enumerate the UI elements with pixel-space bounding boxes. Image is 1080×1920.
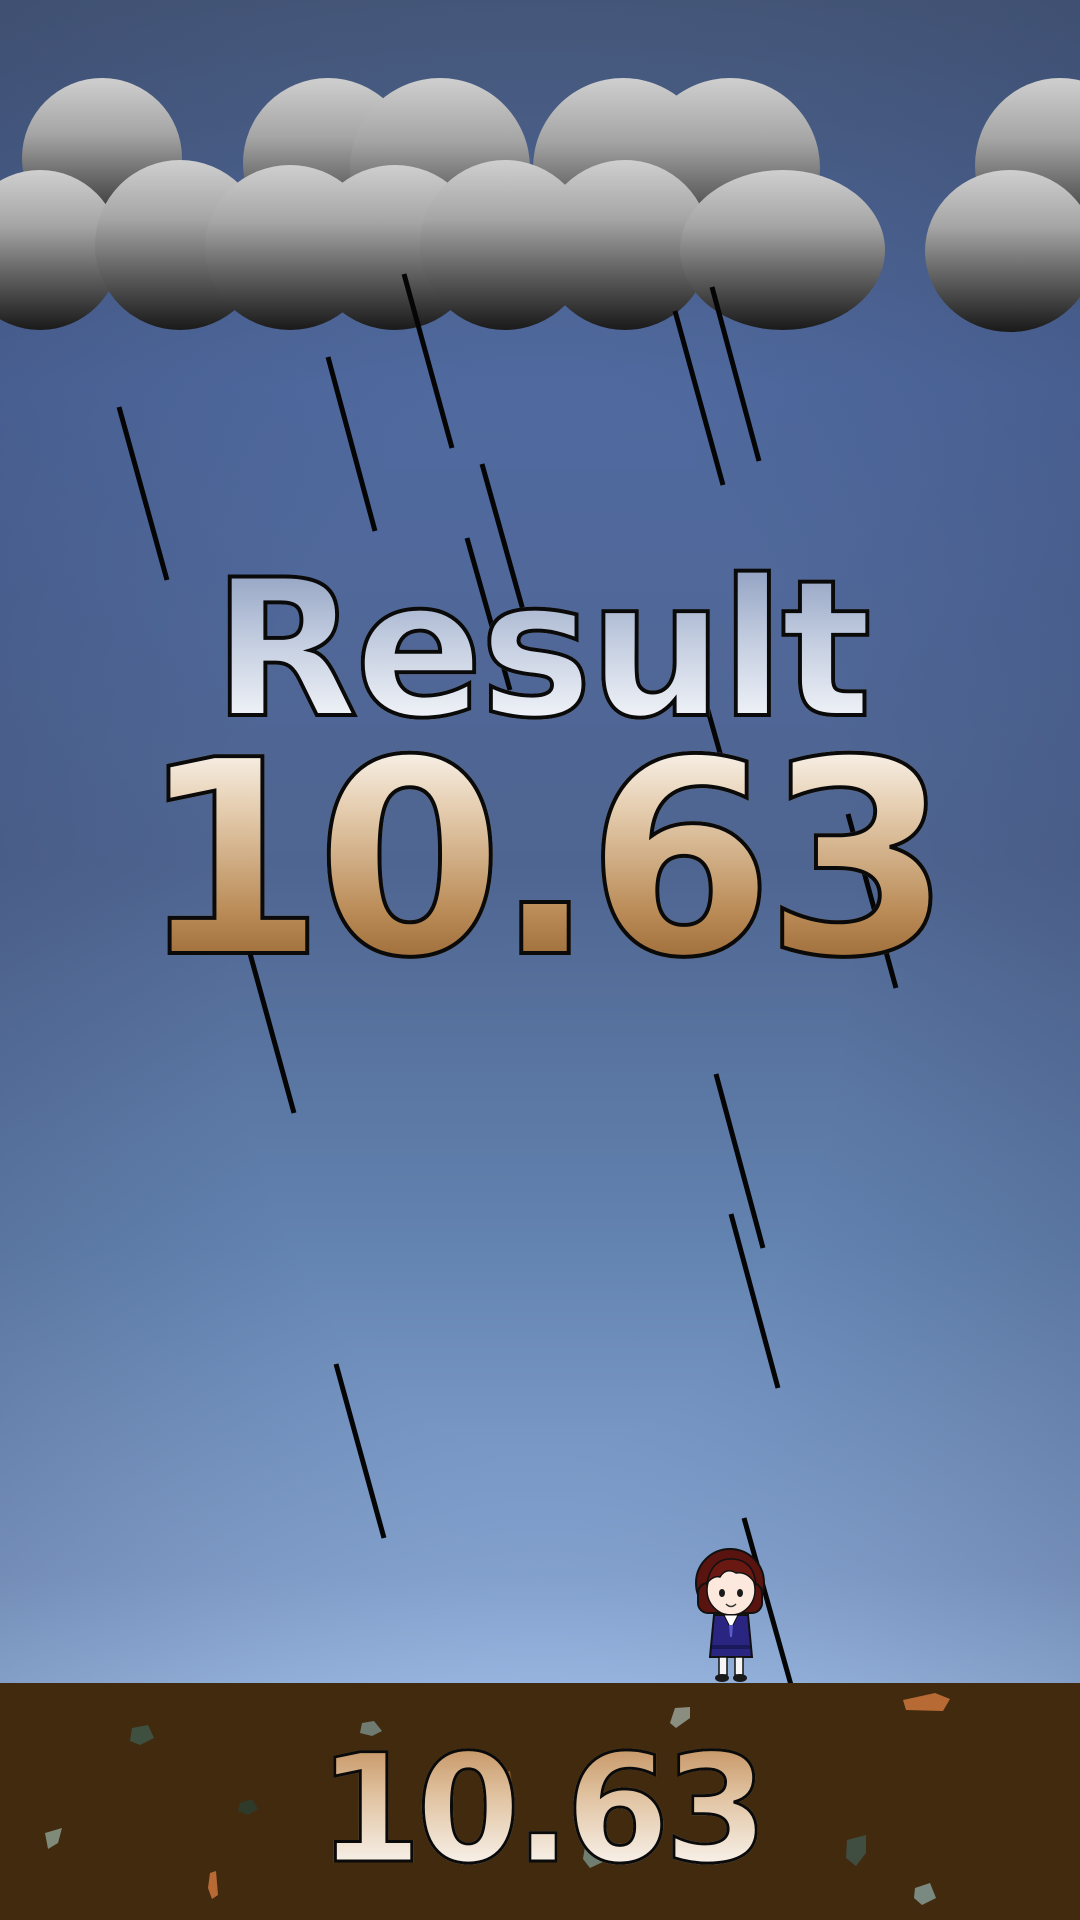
raindrop bbox=[672, 310, 726, 486]
ground-score: 10.63 bbox=[0, 1734, 1080, 1887]
raindrop bbox=[333, 1363, 387, 1539]
result-score: 10.63 bbox=[0, 723, 1080, 997]
raindrop bbox=[728, 1213, 781, 1389]
rock-fragment bbox=[903, 1693, 950, 1711]
raindrop bbox=[713, 1073, 766, 1249]
raindrop bbox=[401, 273, 455, 449]
raindrop bbox=[325, 356, 378, 532]
ground: 10.63 bbox=[0, 1683, 1080, 1920]
raindrop bbox=[709, 286, 762, 462]
rock-fragment bbox=[914, 1883, 936, 1905]
game-screen: Result 10.63 10.63 bbox=[0, 0, 1080, 1920]
schoolgirl-character bbox=[695, 1548, 765, 1682]
